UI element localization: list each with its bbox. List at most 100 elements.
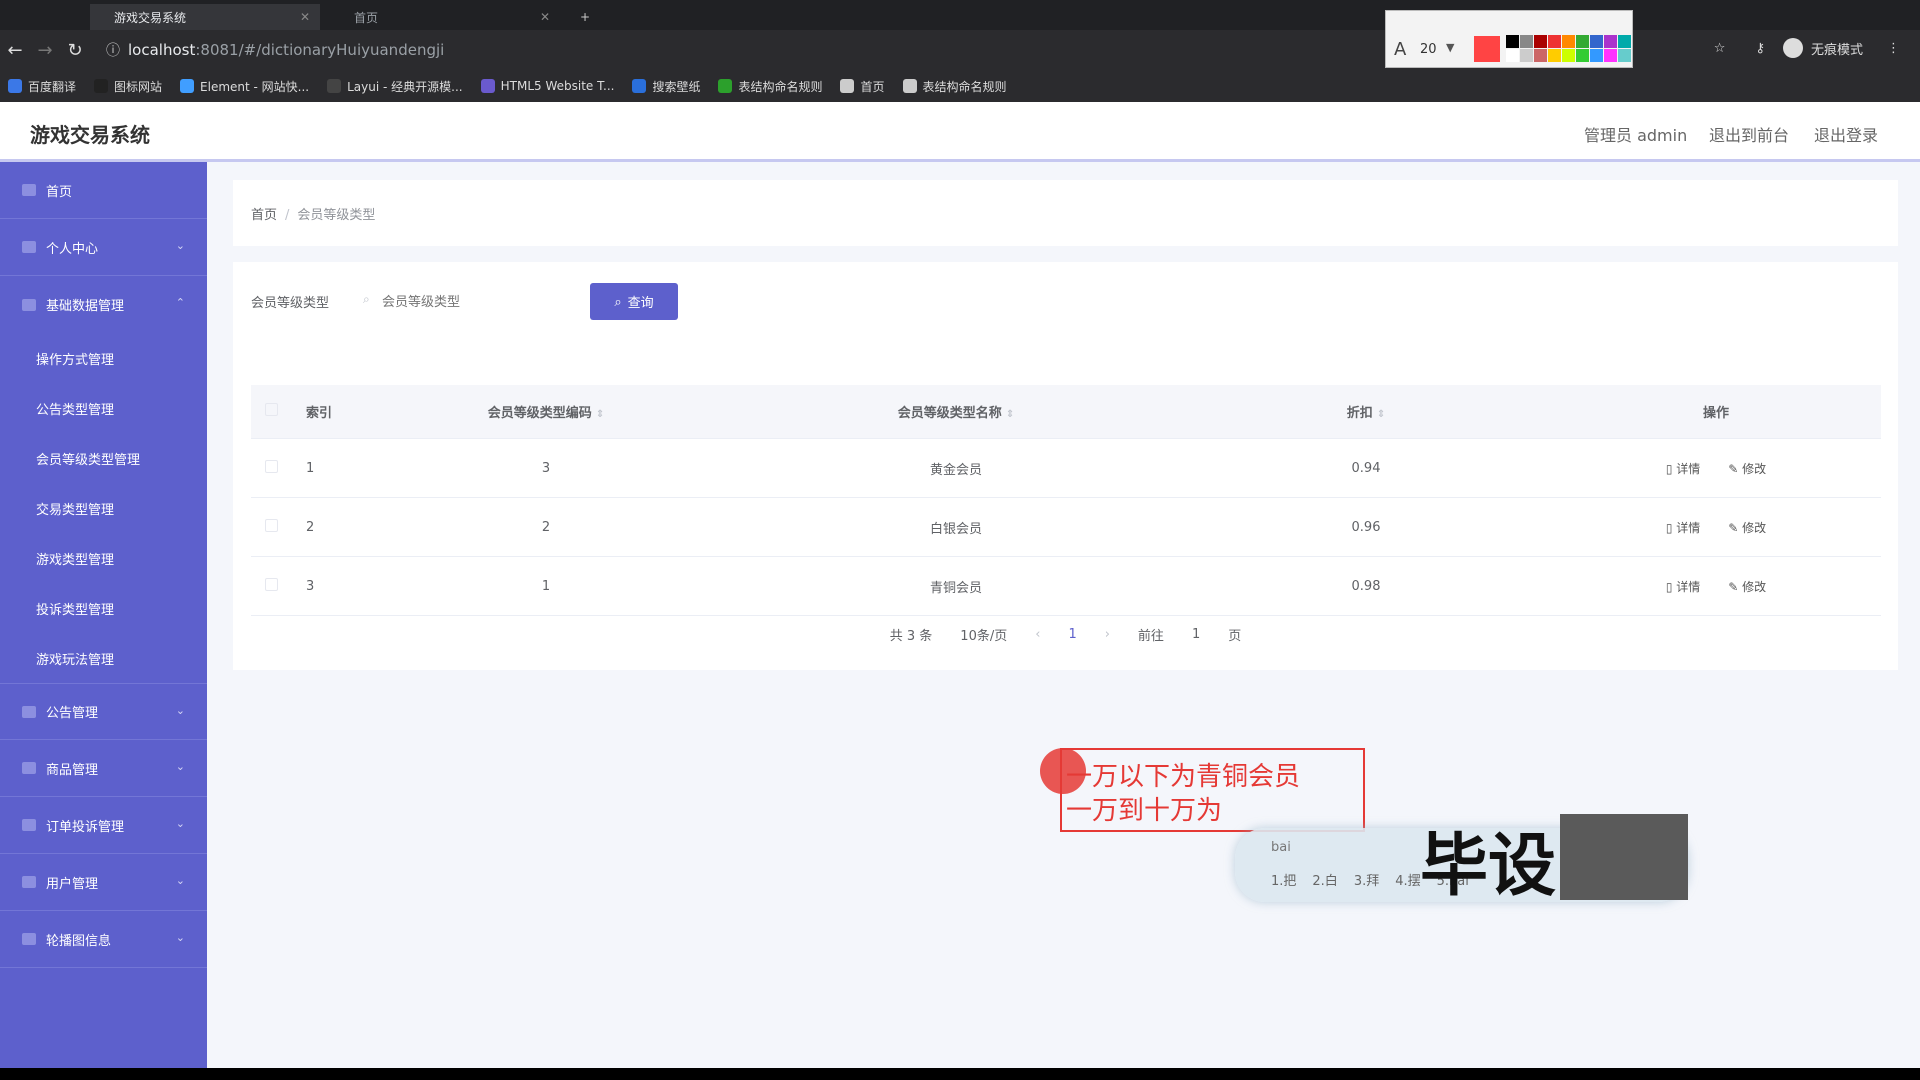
close-icon[interactable]: ✕ bbox=[300, 10, 310, 24]
search-input[interactable] bbox=[358, 283, 578, 319]
color-swatch[interactable] bbox=[1576, 35, 1589, 48]
color-swatch[interactable] bbox=[1534, 49, 1547, 62]
bookmark-item[interactable]: 表结构命名规则 bbox=[718, 78, 822, 95]
incognito-icon[interactable] bbox=[1782, 38, 1803, 58]
color-swatch[interactable] bbox=[1548, 49, 1561, 62]
color-swatch[interactable] bbox=[1618, 35, 1631, 48]
table-body: 1 3 黄金会员 0.94 ▯ 详情 ✎ 修改 2 2 白银会员 0.96 ▯ 详情 ✎ 修改 3 1 青铜… bbox=[251, 439, 1881, 616]
logout-link[interactable]: 退出登录 bbox=[1814, 122, 1878, 146]
ime-candidate[interactable]: 4.摆 bbox=[1395, 874, 1420, 889]
sidebar-item-personal[interactable]: 个人中心 ⌄ bbox=[0, 219, 207, 276]
bookmark-item[interactable]: 图标网站 bbox=[94, 78, 162, 95]
browser-tab[interactable]: 首页 ✕ bbox=[330, 4, 560, 30]
edit-button[interactable]: ✎ 修改 bbox=[1728, 580, 1766, 594]
bookmark-icon bbox=[8, 79, 22, 93]
page-number-current[interactable]: 1 bbox=[1068, 627, 1076, 642]
color-swatch[interactable] bbox=[1562, 35, 1575, 48]
detail-button[interactable]: ▯ 详情 bbox=[1666, 580, 1700, 594]
ime-candidate[interactable]: 1.把 bbox=[1271, 874, 1296, 889]
color-swatch[interactable] bbox=[1590, 49, 1603, 62]
chevron-down-icon[interactable]: ▼ bbox=[1446, 41, 1454, 54]
back-to-front-link[interactable]: 退出到前台 bbox=[1709, 122, 1789, 146]
sidebar-item[interactable]: 用户管理 ⌄ bbox=[0, 854, 207, 911]
submenu-item[interactable]: 游戏类型管理 bbox=[0, 533, 207, 583]
goto-page-input[interactable]: 1 bbox=[1192, 627, 1200, 642]
bookmarks-bar: 百度翻译 图标网站 Element - 网站快... Layui - 经典开源模...… bbox=[0, 70, 1920, 102]
detail-button[interactable]: ▯ 详情 bbox=[1666, 521, 1700, 535]
back-icon[interactable]: ← bbox=[0, 40, 30, 61]
bookmark-item[interactable]: HTML5 Website T... bbox=[480, 79, 614, 93]
color-swatch[interactable] bbox=[1520, 49, 1533, 62]
close-icon[interactable]: ✕ bbox=[540, 10, 550, 24]
row-checkbox[interactable] bbox=[264, 518, 278, 532]
new-tab-icon[interactable]: + bbox=[570, 4, 600, 30]
bookmark-item[interactable]: 首页 bbox=[840, 78, 885, 95]
menu-icon[interactable]: ⋮ bbox=[1887, 41, 1900, 56]
sort-icon[interactable]: ⇕ bbox=[1006, 409, 1014, 420]
bookmark-item[interactable]: 百度翻译 bbox=[8, 78, 76, 95]
browser-tab-active[interactable]: 游戏交易系统 ✕ bbox=[90, 4, 320, 30]
select-all-checkbox[interactable] bbox=[264, 403, 278, 416]
table-header-row: 索引 会员等级类型编码 ⇕ 会员等级类型名称 ⇕ 折扣 ⇕ 操作 bbox=[251, 385, 1881, 439]
bookmark-item[interactable]: 搜索壁纸 bbox=[632, 78, 700, 95]
color-swatch[interactable] bbox=[1562, 49, 1575, 62]
font-size-value[interactable]: 20 bbox=[1420, 42, 1437, 57]
search-button[interactable]: ⌕ 查询 bbox=[590, 283, 678, 320]
submenu-item[interactable]: 游戏玩法管理 bbox=[0, 633, 207, 683]
row-checkbox[interactable] bbox=[264, 577, 278, 591]
sidebar-item-label: 轮播图信息 bbox=[46, 933, 112, 949]
ime-candidate[interactable]: 2.白 bbox=[1312, 874, 1337, 889]
sort-icon[interactable]: ⇕ bbox=[1377, 409, 1385, 420]
color-swatch[interactable] bbox=[1506, 35, 1519, 48]
color-swatch[interactable] bbox=[1576, 49, 1589, 62]
sidebar-item[interactable]: 轮播图信息 ⌄ bbox=[0, 911, 207, 968]
annotation-toolbar[interactable]: A 20 ▼ bbox=[1385, 10, 1633, 68]
bookmark-item[interactable]: Element - 网站快... bbox=[180, 78, 309, 95]
document-icon: ▯ bbox=[1665, 579, 1677, 594]
edit-button[interactable]: ✎ 修改 bbox=[1728, 521, 1766, 535]
color-swatch[interactable] bbox=[1506, 49, 1519, 62]
header-code-cell[interactable]: 会员等级类型编码 ⇕ bbox=[361, 402, 731, 421]
search-button-label: 查询 bbox=[627, 295, 654, 310]
color-swatch[interactable] bbox=[1618, 49, 1631, 62]
info-icon[interactable]: ⓘ bbox=[106, 40, 120, 60]
bookmark-item[interactable]: Layui - 经典开源模... bbox=[327, 78, 463, 95]
sidebar-item[interactable]: 订单投诉管理 ⌄ bbox=[0, 797, 207, 854]
sidebar-item[interactable]: 商品管理 ⌄ bbox=[0, 740, 207, 797]
submenu-item[interactable]: 投诉类型管理 bbox=[0, 583, 207, 633]
color-swatch[interactable] bbox=[1520, 35, 1533, 48]
forward-icon[interactable]: → bbox=[30, 40, 60, 61]
select-all-cell bbox=[251, 403, 291, 420]
color-swatch[interactable] bbox=[1604, 49, 1617, 62]
edit-button[interactable]: ✎ 修改 bbox=[1728, 462, 1766, 476]
url-field[interactable]: localhost:8081/#/dictionaryHuiyuandengji bbox=[128, 41, 444, 59]
reload-icon[interactable]: ↻ bbox=[60, 40, 90, 61]
key-icon[interactable]: ⚷ bbox=[1755, 41, 1765, 56]
header-name-cell[interactable]: 会员等级类型名称 ⇕ bbox=[731, 402, 1181, 421]
submenu-item[interactable]: 交易类型管理 bbox=[0, 483, 207, 533]
star-icon[interactable]: ☆ bbox=[1714, 41, 1726, 56]
color-swatch[interactable] bbox=[1604, 35, 1617, 48]
sort-icon[interactable]: ⇕ bbox=[596, 409, 604, 420]
submenu-item[interactable]: 会员等级类型管理 bbox=[0, 433, 207, 483]
color-swatch[interactable] bbox=[1534, 35, 1547, 48]
next-page-icon[interactable]: › bbox=[1105, 627, 1110, 642]
row-checkbox[interactable] bbox=[264, 459, 278, 473]
submenu-item[interactable]: 公告类型管理 bbox=[0, 383, 207, 433]
font-size-icon[interactable]: A bbox=[1394, 39, 1406, 60]
prev-page-icon[interactable]: ‹ bbox=[1035, 627, 1040, 642]
color-swatch[interactable] bbox=[1590, 35, 1603, 48]
breadcrumb-home[interactable]: 首页 bbox=[251, 208, 277, 223]
detail-button[interactable]: ▯ 详情 bbox=[1666, 462, 1700, 476]
sidebar-item-home[interactable]: 首页 bbox=[0, 162, 207, 219]
header-discount-cell[interactable]: 折扣 ⇕ bbox=[1181, 402, 1551, 421]
submenu-item[interactable]: 操作方式管理 bbox=[0, 333, 207, 383]
profile-label[interactable]: 无痕模式 bbox=[1811, 39, 1863, 58]
page-size-select[interactable]: 10条/页 bbox=[960, 625, 1007, 644]
selected-color-swatch[interactable] bbox=[1474, 36, 1500, 62]
color-swatch[interactable] bbox=[1548, 35, 1561, 48]
sidebar-item[interactable]: 公告管理 ⌄ bbox=[0, 683, 207, 740]
ime-candidate[interactable]: 3.拜 bbox=[1354, 874, 1379, 889]
sidebar-item-basic-data[interactable]: 基础数据管理 ⌃ bbox=[0, 276, 207, 333]
bookmark-item[interactable]: 表结构命名规则 bbox=[902, 78, 1007, 95]
